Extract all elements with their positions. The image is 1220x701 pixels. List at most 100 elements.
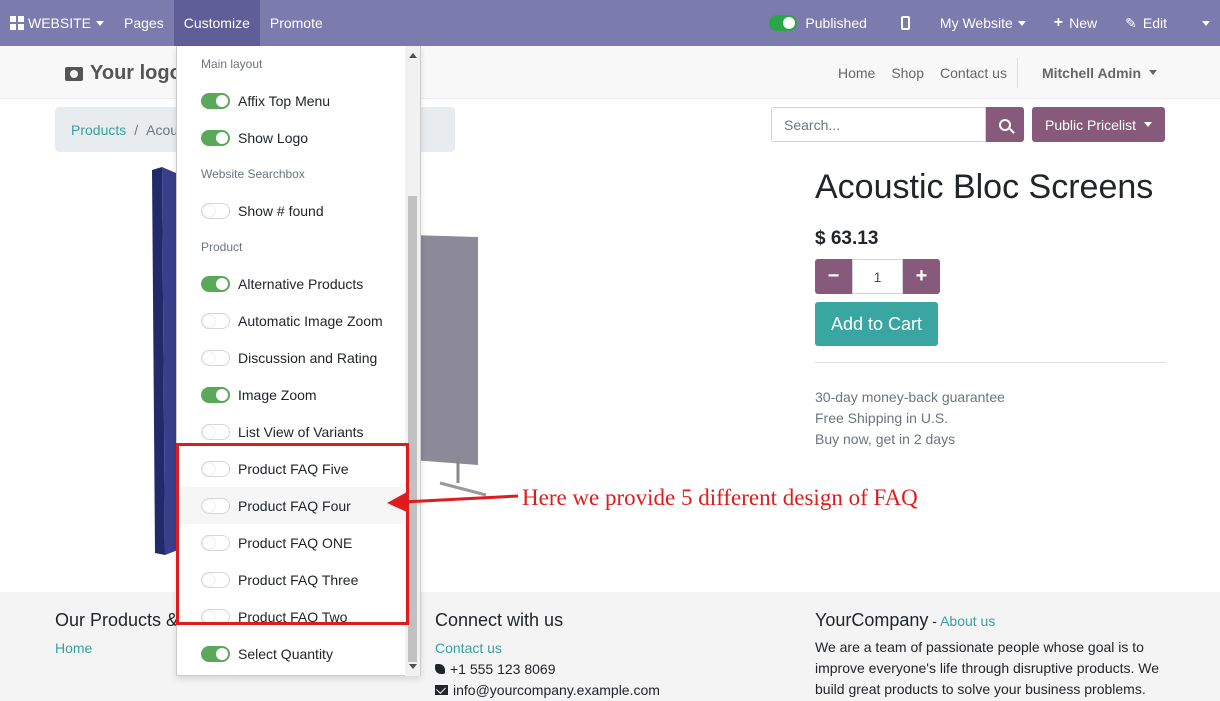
pages-menu[interactable]: Pages [114,0,174,46]
quantity-stepper: − 1 + [815,259,940,294]
apps-grid-icon [10,16,24,30]
option-image-zoom[interactable]: Image Zoom [177,376,407,413]
option-label: Alternative Products [238,275,364,292]
product-perks: 30-day money-back guarantee Free Shippin… [815,387,1005,450]
title-separator: - [928,613,941,629]
footer-phone: +1 555 123 8069 [435,661,556,677]
scroll-up-arrow-icon[interactable] [409,53,417,58]
annotation-text: Here we provide 5 different design of FA… [522,485,918,510]
perk-item: 30-day money-back guarantee [815,389,1005,405]
admin-topbar: WEBSITE Pages Customize Promote Publishe… [0,0,1220,46]
option-label: Image Zoom [238,386,317,403]
plus-icon: + [1053,14,1064,31]
option-label: List View of Variants [238,423,364,440]
company-description: We are a team of passionate people whose… [815,639,1160,697]
about-us-link[interactable]: About us [940,613,995,629]
quantity-increase-button[interactable]: + [903,259,940,294]
toggle-switch[interactable] [201,423,230,440]
search-button[interactable] [986,107,1024,142]
my-website-label: My Website [939,15,1013,31]
scrollbar-thumb[interactable] [408,196,417,662]
add-to-cart-button[interactable]: Add to Cart [815,302,938,346]
toggle-switch[interactable] [201,275,230,292]
annotation-highlight-box [176,443,409,625]
section-header-product: Product [201,240,243,254]
company-name: YourCompany [815,610,929,630]
scroll-down-arrow-icon[interactable] [409,664,417,669]
toggle-switch[interactable] [201,312,230,329]
section-header-main-layout: Main layout [201,57,263,71]
annotation-arrow-icon [387,492,519,512]
nav-contact[interactable]: Contact us [940,65,1007,81]
option-label: Show Logo [238,129,309,146]
my-website-menu[interactable]: My Website [930,0,1044,46]
pricelist-dropdown[interactable]: Public Pricelist [1032,107,1165,142]
published-toggle[interactable]: Published [759,0,881,46]
option-label: Select Quantity [238,645,333,662]
toggle-switch[interactable] [201,92,230,109]
product-title: Acoustic Bloc Screens [815,168,1154,206]
site-logo[interactable]: Your logo [65,62,182,85]
pencil-icon: ✎ [1125,14,1137,31]
envelope-icon [435,685,448,695]
website-menu-label: WEBSITE [28,15,92,31]
option-select-quantity[interactable]: Select Quantity [177,635,407,672]
search-icon [999,118,1011,131]
option-label: Show # found [238,202,324,219]
option-label: Automatic Image Zoom [238,312,383,329]
edit-button[interactable]: ✎ Edit [1115,0,1197,46]
option-label: Affix Top Menu [238,92,331,109]
toggle-switch[interactable] [201,645,230,662]
perk-item: Free Shipping in U.S. [815,410,949,426]
promote-menu[interactable]: Promote [260,0,333,46]
quantity-input[interactable]: 1 [852,259,903,294]
divider [815,362,1166,363]
new-label: New [1069,15,1098,31]
new-button[interactable]: + New [1044,0,1115,46]
option-show-found[interactable]: Show # found [177,192,407,229]
email-address[interactable]: info@yourcompany.example.com [453,682,660,698]
published-switch[interactable] [769,15,798,31]
user-name: Mitchell Admin [1041,64,1141,81]
footer-email: info@yourcompany.example.com [435,682,660,698]
breadcrumb-separator: / [134,121,139,138]
mobile-icon [900,16,910,30]
footer-contact-link[interactable]: Contact us [435,640,502,656]
logo-text: Your logo [90,62,182,84]
nav-shop[interactable]: Shop [891,65,924,81]
section-header-searchbox: Website Searchbox [201,167,305,181]
quantity-decrease-button[interactable]: − [815,259,852,294]
option-show-logo[interactable]: Show Logo [177,119,407,156]
option-discussion-rating[interactable]: Discussion and Rating [177,339,407,376]
toggle-switch[interactable] [201,386,230,403]
breadcrumb-products[interactable]: Products [71,122,126,138]
caret-down-icon [1144,122,1153,127]
phone-number: +1 555 123 8069 [450,661,556,677]
toggle-switch[interactable] [201,202,230,219]
caret-down-icon [96,20,105,26]
option-affix-top-menu[interactable]: Affix Top Menu [177,82,407,119]
caret-down-icon [1017,20,1026,26]
option-alternative-products[interactable]: Alternative Products [177,265,407,302]
user-menu[interactable]: Mitchell Admin [1016,57,1157,88]
mobile-preview-button[interactable] [881,0,930,46]
toggle-switch[interactable] [201,129,230,146]
more-toggle[interactable] [1197,0,1220,46]
perk-item: Buy now, get in 2 days [815,431,956,447]
search-input[interactable] [771,107,986,142]
footer-home-link[interactable]: Home [55,640,92,656]
footer-connect-title: Connect with us [435,610,564,630]
footer-products-title: Our Products & [55,610,179,630]
caret-down-icon [1202,20,1210,26]
caret-down-icon [1149,70,1157,75]
toggle-switch[interactable] [201,349,230,366]
pricelist-label: Public Pricelist [1044,116,1137,133]
option-automatic-image-zoom[interactable]: Automatic Image Zoom [177,302,407,339]
main-nav: Home Shop Contact us Mitchell Admin [822,46,1157,99]
website-menu[interactable]: WEBSITE [0,0,114,46]
customize-menu[interactable]: Customize [173,0,260,46]
option-label: Discussion and Rating [238,349,378,366]
phone-icon [435,664,445,674]
nav-home[interactable]: Home [838,65,875,81]
product-price: $ 63.13 [815,228,879,249]
